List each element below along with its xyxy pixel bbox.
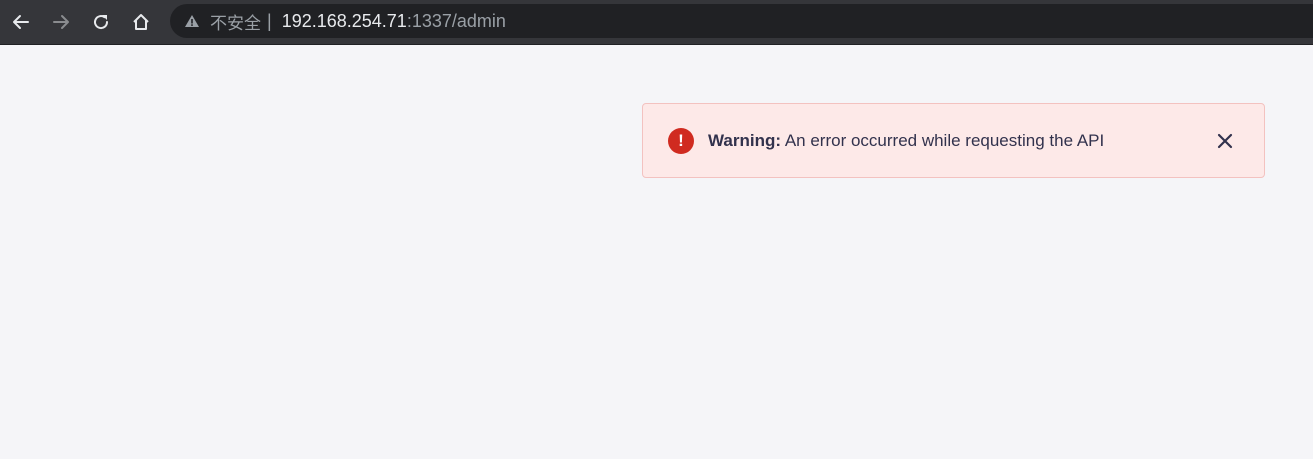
alert-message: An error occurred while requesting the A… [784, 130, 1105, 150]
exclamation-circle-icon: ! [668, 127, 694, 154]
arrow-right-icon [53, 15, 69, 29]
home-button[interactable] [125, 6, 157, 38]
alert-title: Warning: [708, 130, 782, 150]
url-host: 192.168.254.71 [281, 10, 407, 31]
home-icon [133, 14, 149, 30]
back-button[interactable] [5, 6, 37, 38]
alert-text: Warning: An error occurred while request… [708, 131, 1104, 151]
reload-icon [94, 15, 109, 30]
reload-button[interactable] [85, 6, 117, 38]
close-icon [1217, 133, 1233, 149]
arrow-left-icon [13, 15, 29, 29]
forward-button[interactable] [45, 6, 77, 38]
url-text[interactable]: 192.168.254.71:1337/admin [282, 11, 506, 32]
warning-triangle-icon[interactable] [184, 13, 200, 29]
address-bar[interactable]: 不安全 | 192.168.254.71:1337/admin [170, 4, 1313, 38]
url-path: :1337/admin [406, 10, 506, 31]
security-separator: | [267, 10, 272, 31]
security-label[interactable]: 不安全 [210, 9, 261, 34]
alert-close-button[interactable] [1214, 130, 1236, 152]
warning-alert: ! Warning: An error occurred while reque… [642, 103, 1265, 178]
browser-toolbar: 不安全 | 192.168.254.71:1337/admin [0, 0, 1313, 45]
